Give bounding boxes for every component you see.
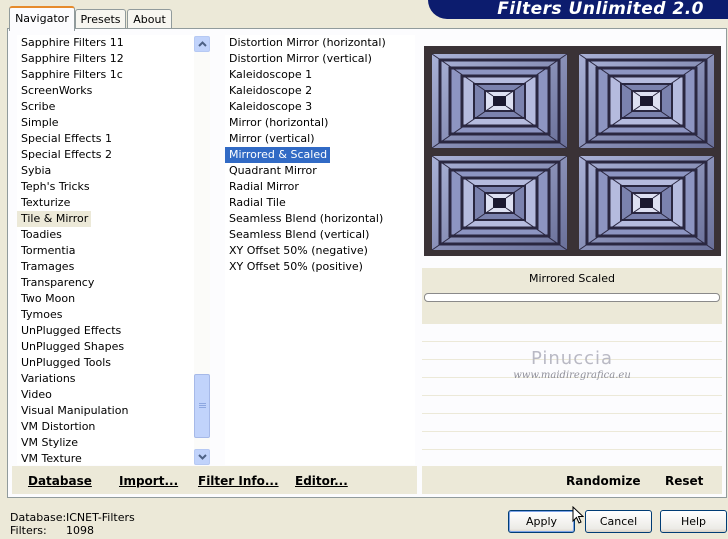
category-list-item[interactable]: Special Effects 1 xyxy=(17,131,112,147)
category-list-item[interactable]: Special Effects 2 xyxy=(17,147,112,163)
filter-list-item[interactable]: Kaleidoscope 2 xyxy=(225,83,312,99)
filter-list-item[interactable]: Distortion Mirror (horizontal) xyxy=(225,35,386,51)
help-button[interactable]: Help xyxy=(660,510,727,533)
watermark-name: Pinuccia xyxy=(530,348,614,369)
category-list-item[interactable]: VM Stylize xyxy=(17,435,78,451)
category-list-item[interactable]: UnPlugged Effects xyxy=(17,323,121,339)
category-list-item[interactable]: Sapphire Filters 11 xyxy=(17,35,124,51)
category-list-item[interactable]: Sybia xyxy=(17,163,51,179)
filter-list-item[interactable]: Mirror (horizontal) xyxy=(225,115,328,131)
status-database: Database: ICNET-Filters xyxy=(10,511,135,524)
status-filters: Filters: 1098 xyxy=(10,524,94,537)
scroll-down-button[interactable] xyxy=(194,449,210,465)
progress-bar xyxy=(424,293,720,302)
category-list-item[interactable]: Teph's Tricks xyxy=(17,179,90,195)
preview-image xyxy=(423,45,721,256)
right-link-bar: Randomize Reset xyxy=(422,466,722,494)
chevron-up-icon xyxy=(197,41,207,47)
filter-list-item[interactable]: Mirror (vertical) xyxy=(225,131,315,147)
status-database-label: Database: xyxy=(10,511,67,524)
filter-list-item[interactable]: Seamless Blend (vertical) xyxy=(225,227,369,243)
category-list-item[interactable]: Simple xyxy=(17,115,59,131)
app-title: Filters Unlimited 2.0 xyxy=(497,0,704,19)
randomize-link[interactable]: Randomize xyxy=(566,474,640,488)
reset-link[interactable]: Reset xyxy=(665,474,703,488)
category-list-item[interactable]: VM Texture xyxy=(17,451,82,465)
category-list-item[interactable]: Sapphire Filters 12 xyxy=(17,51,124,67)
grip-icon xyxy=(198,403,206,409)
category-list-item[interactable]: Scribe xyxy=(17,99,55,115)
category-scrollbar[interactable] xyxy=(194,36,210,465)
category-list-item[interactable]: Tramages xyxy=(17,259,74,275)
category-list-item[interactable]: Variations xyxy=(17,371,76,387)
category-list-item[interactable]: Visual Manipulation xyxy=(17,403,128,419)
category-list-item[interactable]: Tile & Mirror xyxy=(17,211,92,227)
category-list-item[interactable]: Video xyxy=(17,387,52,403)
preview-filter-name: Mirrored Scaled xyxy=(529,272,615,285)
category-list-item[interactable]: UnPlugged Shapes xyxy=(17,339,124,355)
left-link-bar: Database Import... Filter Info... Editor… xyxy=(12,466,417,494)
category-list-item[interactable]: Texturize xyxy=(17,195,70,211)
filter-list-item[interactable]: Radial Mirror xyxy=(225,179,299,195)
scroll-up-button[interactable] xyxy=(194,36,210,52)
tab-presets[interactable]: Presets xyxy=(75,9,126,29)
category-list-item[interactable]: Tymoes xyxy=(17,307,62,323)
category-list-item[interactable]: Two Moon xyxy=(17,291,75,307)
title-banner: Filters Unlimited 2.0 xyxy=(428,0,728,19)
category-list[interactable]: Sapphire Filters 11 Sapphire Filters 12 Sa… xyxy=(17,35,194,465)
status-database-value: ICNET-Filters xyxy=(66,511,135,524)
category-list-item[interactable]: Transparency xyxy=(17,275,94,291)
category-list-item[interactable]: Toadies xyxy=(17,227,62,243)
filter-list-item[interactable]: Mirrored & Scaled xyxy=(225,147,331,163)
category-list-item[interactable]: Sapphire Filters 1c xyxy=(17,67,123,83)
filter-list-item[interactable]: Kaleidoscope 3 xyxy=(225,99,312,115)
status-filters-label: Filters: xyxy=(10,524,47,537)
filter-list-item[interactable]: Distortion Mirror (vertical) xyxy=(225,51,372,67)
category-list-item[interactable]: VM Distortion xyxy=(17,419,95,435)
filter-list-item[interactable]: Seamless Blend (horizontal) xyxy=(225,211,383,227)
mouse-cursor-icon xyxy=(572,506,584,524)
status-filters-value: 1098 xyxy=(66,524,94,537)
filter-list-item[interactable]: Quadrant Mirror xyxy=(225,163,317,179)
filter-list[interactable]: Distortion Mirror (horizontal) Distortion… xyxy=(225,35,415,465)
parameter-area xyxy=(422,324,722,466)
filter-list-item[interactable]: Kaleidoscope 1 xyxy=(225,67,312,83)
filter-info-link[interactable]: Filter Info... xyxy=(198,474,279,488)
import-link[interactable]: Import... xyxy=(119,474,178,488)
editor-link[interactable]: Editor... xyxy=(295,474,348,488)
database-link[interactable]: Database xyxy=(28,474,92,488)
scroll-thumb[interactable] xyxy=(194,374,210,438)
filter-list-item[interactable]: Radial Tile xyxy=(225,195,286,211)
chevron-down-icon xyxy=(197,454,207,460)
watermark-url: www.maidiregrafica.eu xyxy=(513,370,631,381)
category-list-item[interactable]: ScreenWorks xyxy=(17,83,92,99)
category-list-item[interactable]: UnPlugged Tools xyxy=(17,355,111,371)
preview-thumbnail xyxy=(423,45,716,252)
cancel-button[interactable]: Cancel xyxy=(585,510,652,533)
filter-list-item[interactable]: XY Offset 50% (negative) xyxy=(225,243,368,259)
tab-navigator[interactable]: Navigator xyxy=(9,6,75,31)
apply-button[interactable]: Apply xyxy=(508,510,575,533)
category-list-item[interactable]: Tormentia xyxy=(17,243,75,259)
filter-list-item[interactable]: XY Offset 50% (positive) xyxy=(225,259,363,275)
tab-about[interactable]: About xyxy=(127,9,172,29)
